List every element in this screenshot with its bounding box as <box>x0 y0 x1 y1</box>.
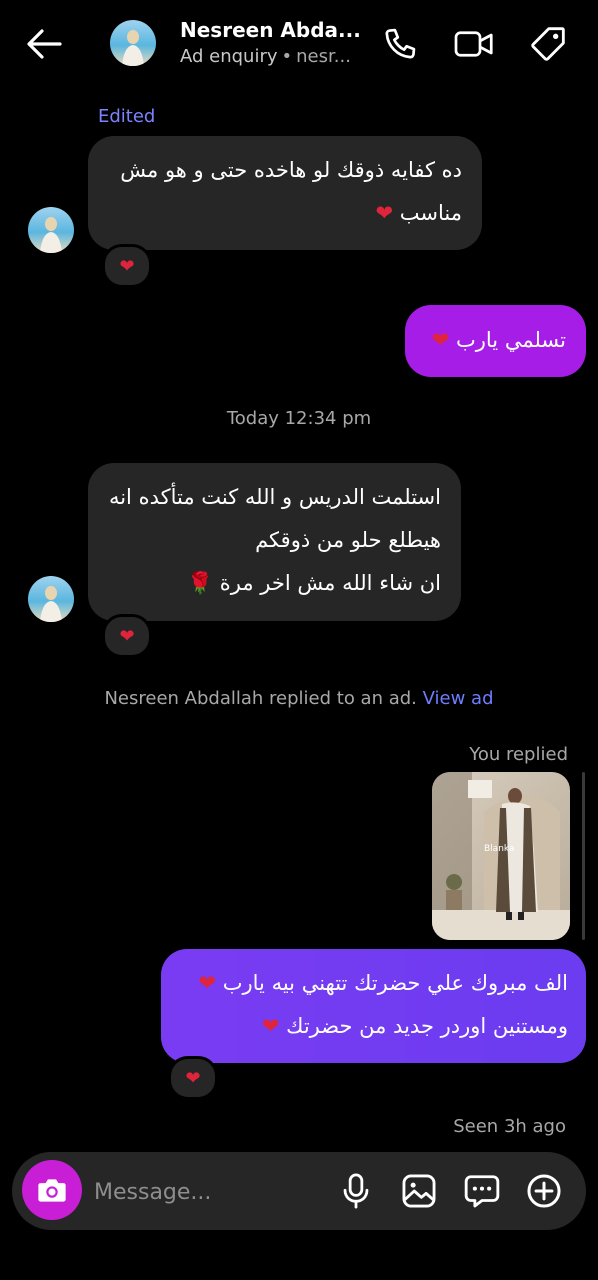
message-reaction[interactable]: ❤ <box>102 614 152 658</box>
message-text: ان شاء الله مش اخر مرة <box>219 571 441 595</box>
ad-image <box>432 772 570 940</box>
phone-icon <box>385 28 416 59</box>
video-camera-icon <box>454 31 493 57</box>
message-line: ان شاء الله مش اخر مرة 🌹 <box>104 562 441 605</box>
reply-indicator-bar <box>582 772 585 940</box>
message-line: ومستنين اوردر جديد من حضرتك ❤ <box>175 1005 568 1048</box>
heart-emoji: ❤ <box>431 328 450 352</box>
microphone-icon <box>343 1173 369 1209</box>
contact-avatar[interactable] <box>110 20 156 66</box>
message-text: مناسب <box>399 201 462 225</box>
ad-enquiry-label: Ad enquiry <box>180 46 278 67</box>
message-composer <box>12 1152 586 1230</box>
message-reaction[interactable]: ❤ <box>168 1056 218 1100</box>
heart-emoji: ❤ <box>261 1014 280 1038</box>
sender-avatar[interactable] <box>28 576 74 622</box>
message-text: الف مبروك علي حضرتك تتهني بيه يارب <box>222 971 568 995</box>
message-text: تسلمي يارب <box>455 328 566 352</box>
you-replied-label: You replied <box>469 744 568 765</box>
heart-emoji: ❤ <box>375 201 394 225</box>
incoming-message[interactable]: ده كفايه ذوقك لو هاخده حتى و هو مش مناسب… <box>88 136 482 250</box>
sticker-button[interactable] <box>462 1171 502 1211</box>
message-line: هيطلع حلو من ذوقكم <box>255 528 441 552</box>
chat-bubble-dots-icon <box>464 1175 500 1208</box>
audio-call-button[interactable] <box>378 22 422 66</box>
voice-message-button[interactable] <box>336 1171 376 1211</box>
message-line: الف مبروك علي حضرتك تتهني بيه يارب ❤ <box>175 962 568 1005</box>
message-text: ومستنين اوردر جديد من حضرتك <box>286 1014 568 1038</box>
heart-emoji: ❤ <box>198 971 217 995</box>
sender-avatar-image <box>28 207 74 253</box>
video-call-button[interactable] <box>452 22 496 66</box>
gallery-button[interactable] <box>399 1171 439 1211</box>
message-input[interactable] <box>92 1166 336 1218</box>
message-line: مناسب ❤ <box>108 192 463 235</box>
label-button[interactable] <box>526 22 570 66</box>
add-attachment-button[interactable] <box>524 1171 564 1211</box>
plus-circle-icon <box>527 1174 561 1208</box>
tag-icon <box>531 27 565 61</box>
sender-avatar[interactable] <box>28 207 74 253</box>
contact-handle: nesr... <box>296 46 351 67</box>
heart-reaction-icon: ❤ <box>185 1067 201 1089</box>
message-line: ده كفايه ذوقك لو هاخده حتى و هو مش <box>120 158 462 182</box>
camera-icon <box>38 1179 66 1202</box>
subtitle-separator: • <box>281 46 293 67</box>
view-ad-link[interactable]: View ad <box>423 688 494 709</box>
ad-reply-text: Nesreen Abdallah replied to an ad. <box>104 688 417 709</box>
contact-name[interactable]: Nesreen Abda... <box>180 18 361 42</box>
message-reaction[interactable]: ❤ <box>102 244 152 288</box>
heart-reaction-icon: ❤ <box>119 625 135 647</box>
image-icon <box>402 1174 436 1208</box>
incoming-message[interactable]: استلمت الدريس و الله كنت متأكده انه هيطل… <box>88 463 461 621</box>
back-button[interactable] <box>22 24 66 64</box>
contact-subtitle: Ad enquiry • nesr... <box>180 46 351 67</box>
outgoing-message[interactable]: تسلمي يارب ❤ <box>405 305 586 377</box>
ad-reply-notice: Nesreen Abdallah replied to an ad. View … <box>0 688 598 709</box>
heart-reaction-icon: ❤ <box>119 255 135 277</box>
sender-avatar-image <box>28 576 74 622</box>
chat-header: Nesreen Abda... Ad enquiry • nesr... <box>0 0 598 88</box>
arrow-left-icon <box>27 29 62 59</box>
edited-label: Edited <box>98 106 156 127</box>
ad-image-watermark: Blanka <box>484 844 515 854</box>
contact-avatar-image <box>110 20 156 66</box>
camera-button[interactable] <box>22 1160 82 1220</box>
message-line: استلمت الدريس و الله كنت متأكده انه <box>108 485 441 509</box>
timestamp-divider: Today 12:34 pm <box>226 408 372 429</box>
replied-ad-thumbnail[interactable]: Blanka <box>432 772 570 940</box>
outgoing-message[interactable]: الف مبروك علي حضرتك تتهني بيه يارب ❤ ومس… <box>161 949 586 1063</box>
rose-emoji: 🌹 <box>186 571 214 595</box>
seen-status: Seen 3h ago <box>453 1116 566 1137</box>
